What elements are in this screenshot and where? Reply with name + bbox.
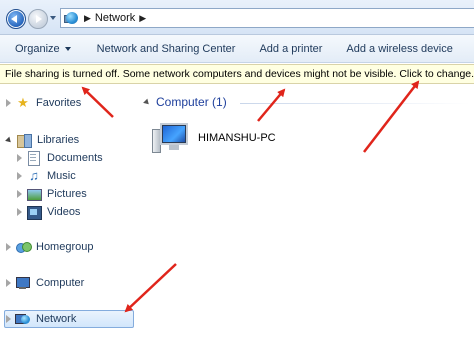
sidebar-item-label: Music xyxy=(47,170,76,182)
sidebar-item-label: Documents xyxy=(47,152,103,164)
content-pane: Computer (1) HIMANSHU-PC xyxy=(140,85,474,337)
chevron-down-icon xyxy=(64,46,71,51)
pictures-icon xyxy=(26,187,42,201)
sidebar-item-computer[interactable]: Computer xyxy=(6,274,84,292)
expand-arrow-icon[interactable] xyxy=(6,315,11,323)
command-bar: Organize Network and Sharing Center Add … xyxy=(0,35,474,63)
sidebar-item-label: Videos xyxy=(47,206,81,218)
group-header-computer[interactable]: Computer (1) xyxy=(143,95,227,109)
organize-label: Organize xyxy=(15,42,60,55)
address-field[interactable]: ▶ Network ▶ xyxy=(60,8,474,28)
group-divider xyxy=(240,103,470,104)
sidebar-item-documents[interactable]: Documents xyxy=(17,149,103,167)
sidebar-item-label: Network xyxy=(36,313,77,325)
network-icon xyxy=(64,11,80,25)
computer-name: HIMANSHU-PC xyxy=(198,132,276,144)
info-bar-message: File sharing is turned off. Some network… xyxy=(5,68,474,80)
documents-icon xyxy=(26,151,42,166)
sidebar-item-videos[interactable]: Videos xyxy=(17,203,80,221)
network-icon xyxy=(15,312,31,326)
expand-arrow-icon[interactable] xyxy=(6,243,11,251)
sidebar-item-label: Computer xyxy=(36,277,85,289)
breadcrumb-chevron-icon[interactable]: ▶ xyxy=(84,13,91,24)
sidebar-item-favorites[interactable]: ★ Favorites xyxy=(6,94,81,112)
collapse-arrow-icon[interactable] xyxy=(143,98,151,106)
organize-button[interactable]: Organize xyxy=(10,43,76,55)
expand-arrow-icon[interactable] xyxy=(17,208,22,216)
add-wireless-device-button[interactable]: Add a wireless device xyxy=(341,43,457,55)
navigation-pane: ★ Favorites Libraries Documents ♫ Music … xyxy=(0,85,140,337)
music-icon: ♫ xyxy=(29,168,39,183)
network-computer-item[interactable]: HIMANSHU-PC xyxy=(152,119,276,157)
address-bar-area: ▶ Network ▶ xyxy=(0,0,474,35)
sidebar-item-homegroup[interactable]: Homegroup xyxy=(6,238,93,256)
sidebar-item-label: Favorites xyxy=(36,97,82,109)
sidebar-item-music[interactable]: ♫ Music xyxy=(17,167,76,185)
collapse-arrow-icon[interactable] xyxy=(5,136,13,144)
expand-arrow-icon[interactable] xyxy=(17,172,22,180)
add-printer-button[interactable]: Add a printer xyxy=(254,43,327,55)
expand-arrow-icon[interactable] xyxy=(17,190,22,198)
breadcrumb-chevron-icon[interactable]: ▶ xyxy=(139,13,146,24)
back-button[interactable] xyxy=(6,9,26,29)
sidebar-item-libraries[interactable]: Libraries xyxy=(5,131,80,149)
sidebar-item-label: Pictures xyxy=(47,188,87,200)
libraries-icon xyxy=(16,133,32,148)
forward-button[interactable] xyxy=(28,9,48,29)
computer-icon xyxy=(15,276,31,290)
sidebar-item-pictures[interactable]: Pictures xyxy=(17,185,87,203)
network-sharing-center-button[interactable]: Network and Sharing Center xyxy=(92,43,241,55)
star-icon: ★ xyxy=(17,95,29,110)
videos-icon xyxy=(26,205,42,220)
breadcrumb-network[interactable]: Network xyxy=(95,12,135,24)
computer-icon xyxy=(152,119,192,157)
group-header-label: Computer (1) xyxy=(156,95,227,109)
file-sharing-info-bar[interactable]: File sharing is turned off. Some network… xyxy=(0,64,474,84)
expand-arrow-icon[interactable] xyxy=(17,154,22,162)
sidebar-item-label: Libraries xyxy=(37,134,80,146)
expand-arrow-icon[interactable] xyxy=(6,99,11,107)
recent-pages-dropdown[interactable] xyxy=(50,16,56,20)
sidebar-item-label: Homegroup xyxy=(36,241,94,253)
sidebar-item-network[interactable]: Network xyxy=(6,310,76,328)
homegroup-icon xyxy=(15,240,32,254)
expand-arrow-icon[interactable] xyxy=(6,279,11,287)
